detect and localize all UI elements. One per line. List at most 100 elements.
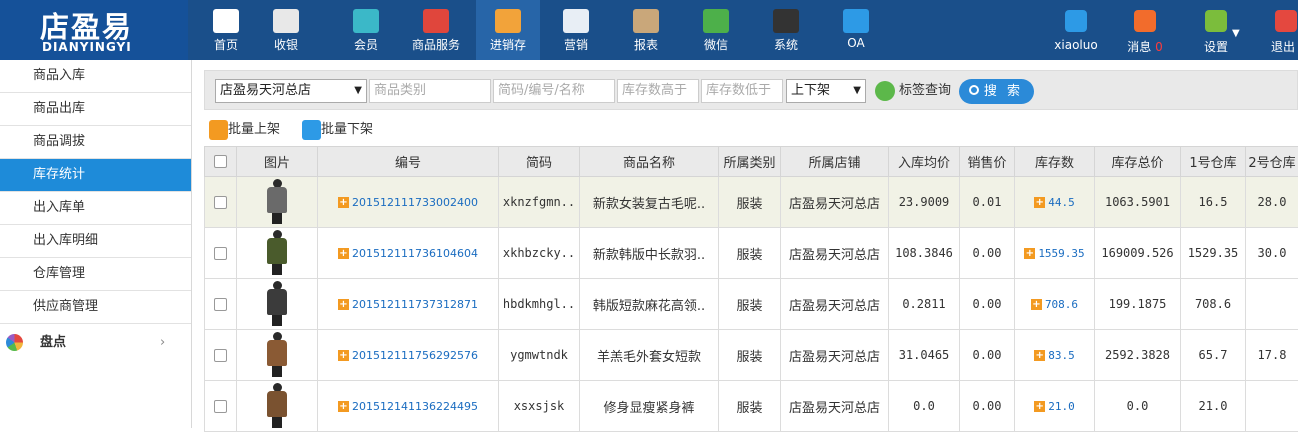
- nav-monitor[interactable]: 系统: [756, 0, 816, 60]
- nav-oa[interactable]: OA: [826, 0, 886, 60]
- table-row[interactable]: +201512111733002400xknzfgmn..新款女装复古毛呢..服…: [205, 177, 1298, 228]
- product-thumbnail[interactable]: [263, 280, 291, 326]
- sidebar-item[interactable]: 供应商管理: [0, 291, 191, 324]
- code-search-input[interactable]: 简码/编号/名称: [493, 79, 615, 103]
- row-select-cell: [205, 381, 237, 432]
- column-header[interactable]: 库存总价: [1095, 147, 1181, 177]
- stock-link[interactable]: 708.6: [1045, 298, 1078, 311]
- sidebar-item[interactable]: 商品出库: [0, 93, 191, 126]
- column-header[interactable]: 所属店铺: [781, 147, 889, 177]
- batch-off-shelf-button[interactable]: 批量下架: [297, 120, 373, 140]
- column-header[interactable]: 编号: [318, 147, 499, 177]
- shelf-status-select[interactable]: 上下架 ▼: [786, 79, 866, 103]
- stock-link[interactable]: 1559.35: [1038, 247, 1084, 260]
- expand-icon[interactable]: +: [1031, 299, 1042, 310]
- product-thumbnail[interactable]: [263, 178, 291, 224]
- row-select-cell: [205, 228, 237, 279]
- stock-below-input[interactable]: 库存数低于: [701, 79, 783, 103]
- expand-icon[interactable]: +: [1034, 350, 1045, 361]
- nav-megaphone[interactable]: 营销: [546, 0, 606, 60]
- stock-above-input[interactable]: 库存数高于: [617, 79, 699, 103]
- warehouse1-cell: 708.6: [1181, 279, 1246, 330]
- expand-icon[interactable]: +: [1024, 248, 1035, 259]
- warehouse1-cell: 21.0: [1181, 381, 1246, 432]
- shelf-status-value: 上下架: [791, 83, 830, 98]
- avg-in-price-cell: 0.0: [889, 381, 960, 432]
- sidebar-item[interactable]: 出入库单: [0, 192, 191, 225]
- messages-button[interactable]: 消息 0: [1120, 0, 1170, 60]
- nav-label: 会员: [336, 36, 396, 53]
- column-header[interactable]: 商品名称: [580, 147, 719, 177]
- row-checkbox[interactable]: [214, 247, 227, 260]
- unlock-icon: [209, 120, 228, 140]
- row-checkbox[interactable]: [214, 400, 227, 413]
- expand-icon[interactable]: +: [338, 401, 349, 412]
- sidebar-item[interactable]: 出入库明细: [0, 225, 191, 258]
- table-row[interactable]: +201512141136224495xsxsjsk修身显瘦紧身裤服装店盈易天河…: [205, 381, 1298, 432]
- column-header[interactable]: 销售价: [960, 147, 1015, 177]
- expand-icon[interactable]: +: [1034, 401, 1045, 412]
- sidebar-item[interactable]: 商品入库: [0, 60, 191, 93]
- settings-button[interactable]: 设置 ▼: [1192, 0, 1240, 60]
- column-header[interactable]: 入库均价: [889, 147, 960, 177]
- nav-goods[interactable]: 商品服务: [396, 0, 476, 60]
- stock-link[interactable]: 83.5: [1048, 349, 1075, 362]
- expand-icon[interactable]: +: [338, 299, 349, 310]
- nav-member[interactable]: 会员: [336, 0, 396, 60]
- table-row[interactable]: +201512111756292576ygmwtndk羊羔毛外套女短款服装店盈易…: [205, 330, 1298, 381]
- table-row[interactable]: +201512111737312871hbdkmhgl..韩版短款麻花高领..服…: [205, 279, 1298, 330]
- stock-link[interactable]: 21.0: [1048, 400, 1075, 413]
- tag-query-button[interactable]: 标签查询: [875, 80, 951, 102]
- column-header[interactable]: 1号仓库: [1181, 147, 1246, 177]
- product-name-cell: 韩版短款麻花高领..: [580, 279, 719, 330]
- expand-icon[interactable]: +: [338, 197, 349, 208]
- search-button[interactable]: 搜 索: [959, 79, 1034, 104]
- column-header[interactable]: 2号仓库: [1246, 147, 1298, 177]
- expand-icon[interactable]: +: [338, 248, 349, 259]
- sidebar-group-stocktake[interactable]: 盘点 ›: [0, 324, 191, 362]
- row-checkbox[interactable]: [214, 298, 227, 311]
- nav-label: 微信: [686, 36, 746, 53]
- product-code-link[interactable]: 201512111756292576: [352, 349, 478, 362]
- product-image-cell: [237, 330, 318, 381]
- category-input[interactable]: 商品类别: [369, 79, 491, 103]
- column-header[interactable]: 图片: [237, 147, 318, 177]
- column-header[interactable]: 库存数: [1015, 147, 1095, 177]
- nav-report[interactable]: 报表: [616, 0, 676, 60]
- nav-cash-register[interactable]: 收银: [256, 0, 316, 60]
- nav-inventory[interactable]: 进销存: [476, 0, 540, 60]
- product-code-link[interactable]: 201512111737312871: [352, 298, 478, 311]
- expand-icon[interactable]: +: [338, 350, 349, 361]
- sidebar-item[interactable]: 商品调拔: [0, 126, 191, 159]
- category-cell: 服装: [719, 330, 781, 381]
- store-cell: 店盈易天河总店: [781, 330, 889, 381]
- nav-wechat[interactable]: 微信: [686, 0, 746, 60]
- cash-register-icon: [273, 9, 299, 33]
- sidebar-item[interactable]: 库存统计: [0, 159, 191, 192]
- row-checkbox[interactable]: [214, 349, 227, 362]
- product-thumbnail[interactable]: [263, 331, 291, 377]
- column-header[interactable]: 所属类别: [719, 147, 781, 177]
- row-select-cell: [205, 279, 237, 330]
- stock-link[interactable]: 44.5: [1048, 196, 1075, 209]
- table-row[interactable]: +201512111736104604xkhbzcky..新款韩版中长款羽..服…: [205, 228, 1298, 279]
- product-thumbnail[interactable]: [263, 229, 291, 275]
- nav-home[interactable]: 首页: [196, 0, 256, 60]
- sidebar-item[interactable]: 仓库管理: [0, 258, 191, 291]
- select-all-checkbox[interactable]: [214, 155, 227, 168]
- nav-label: 进销存: [476, 36, 540, 53]
- batch-on-shelf-button[interactable]: 批量上架: [204, 120, 280, 140]
- brand-logo[interactable]: 店盈易 DIANYINGYI: [0, 0, 188, 60]
- product-thumbnail[interactable]: [263, 382, 291, 428]
- product-code-link[interactable]: 201512111733002400: [352, 196, 478, 209]
- logout-button[interactable]: 退出: [1266, 0, 1298, 60]
- store-select[interactable]: 店盈易天河总店 ▼: [215, 79, 367, 103]
- row-checkbox[interactable]: [214, 196, 227, 209]
- product-code-link[interactable]: 201512111736104604: [352, 247, 478, 260]
- user-menu[interactable]: xiaoluo: [1050, 0, 1102, 60]
- expand-icon[interactable]: +: [1034, 197, 1045, 208]
- column-header[interactable]: 简码: [499, 147, 580, 177]
- product-code-link[interactable]: 201512141136224495: [352, 400, 478, 413]
- row-select-cell: [205, 330, 237, 381]
- sale-price-cell: 0.00: [960, 279, 1015, 330]
